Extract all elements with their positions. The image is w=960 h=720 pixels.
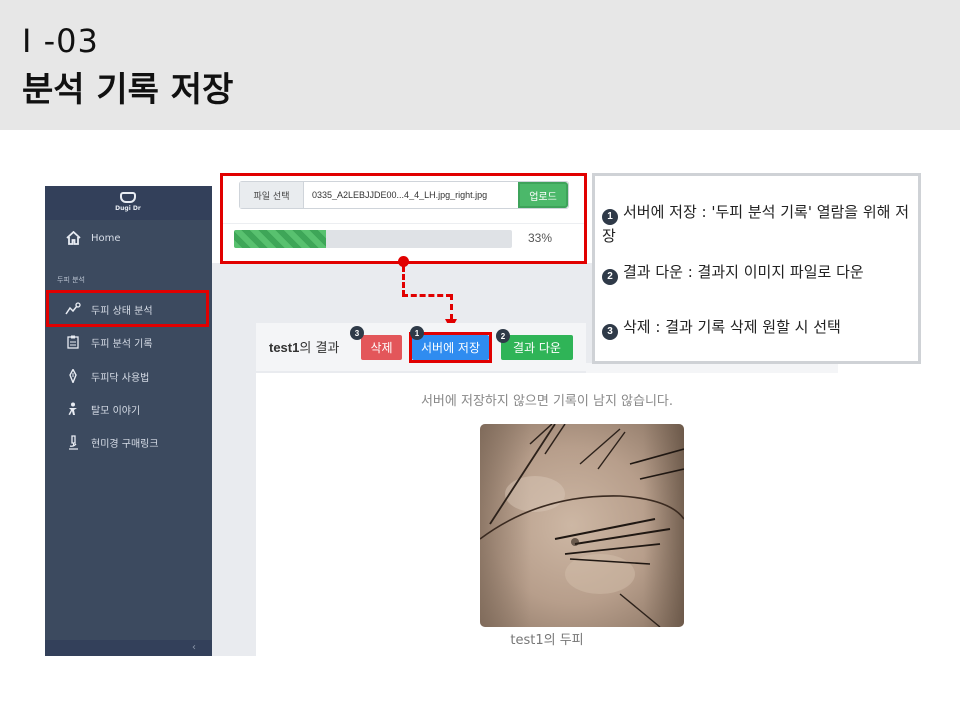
sidebar-item-label: 두피닥 사용법 [91, 372, 150, 384]
clipboard-icon [65, 334, 81, 350]
callout-text: 삭제 : 결과 기록 삭제 원할 시 선택 [623, 318, 841, 336]
caption-user: test1 [510, 633, 544, 648]
save-notice: 서버에 저장하지 않으면 기록이 남지 않습니다. [420, 394, 674, 409]
callout-number: 2 [602, 269, 618, 285]
callout-item: 2 결과 다운 : 결과지 이미지 파일로 다운 [602, 261, 912, 285]
section-code: I -03 [22, 22, 99, 60]
callout-box: 1 서버에 저장 : '두피 분석 기록' 열람을 위해 저장 2 결과 다운 : … [592, 173, 921, 364]
result-header-extension [586, 363, 838, 373]
microscope-icon [65, 434, 81, 450]
sidebar-item-how-to-use[interactable]: 두피닥 사용법 [45, 361, 212, 391]
chevron-left-icon[interactable]: ‹ [192, 642, 196, 653]
logo-glasses-icon [120, 192, 136, 203]
caption-suffix: 의 두피 [543, 633, 584, 648]
result-user: test1 [269, 340, 300, 355]
slide: I -03 분석 기록 저장 Dugi Dr Home 두피 분석 두피 상태 … [0, 0, 960, 720]
pen-icon [65, 368, 81, 384]
sidebar-header: Dugi Dr [45, 186, 212, 220]
highlight-upload-panel [220, 173, 587, 264]
connector-line [402, 266, 405, 296]
highlight-sidebar-item [46, 290, 209, 327]
scalp-image [480, 424, 684, 627]
sidebar-item-label: 두피 분석 기록 [91, 338, 153, 350]
delete-button[interactable]: 삭제 [361, 335, 402, 360]
badge-delete: 3 [350, 326, 364, 340]
sidebar-item-analysis-history[interactable]: 두피 분석 기록 [45, 327, 212, 357]
callout-item: 1 서버에 저장 : '두피 분석 기록' 열람을 위해 저장 [602, 201, 912, 247]
result-body: 서버에 저장하지 않으면 기록이 남지 않습니다. test1의 두피 [256, 373, 838, 656]
page-title: 분석 기록 저장 [22, 70, 234, 110]
image-caption: test1의 두피 [256, 629, 838, 648]
callout-item: 3 삭제 : 결과 기록 삭제 원할 시 선택 [602, 316, 912, 340]
sidebar-item-label: Home [91, 232, 121, 244]
callout-text: 서버에 저장 : '두피 분석 기록' 열람을 위해 저장 [602, 203, 910, 245]
download-result-button[interactable]: 결과 다운 [501, 335, 573, 360]
person-icon [65, 401, 81, 417]
connector-line [450, 294, 453, 320]
callout-number: 1 [602, 209, 618, 225]
result-title-suffix: 의 결과 [299, 341, 340, 356]
sidebar-item-microscope-link[interactable]: 현미경 구매링크 [45, 427, 212, 457]
sidebar: Dugi Dr Home 두피 분석 두피 상태 분석 두피 분석 기록 두피닥… [45, 186, 212, 656]
sidebar-item-label: 현미경 구매링크 [91, 438, 159, 450]
sidebar-item-hairloss-story[interactable]: 탈모 이야기 [45, 394, 212, 424]
badge-download: 2 [496, 329, 510, 343]
callout-text: 결과 다운 : 결과지 이미지 파일로 다운 [623, 263, 864, 281]
sidebar-item-home[interactable]: Home [45, 223, 212, 253]
badge-save: 1 [410, 326, 424, 340]
logo-text: Dugi Dr [115, 205, 141, 212]
callout-number: 3 [602, 324, 618, 340]
sidebar-footer: ‹ [45, 640, 212, 656]
sidebar-item-label: 탈모 이야기 [91, 405, 141, 417]
home-icon [65, 230, 81, 246]
sidebar-section-label: 두피 분석 [57, 276, 85, 284]
result-title: test1의 결과 [269, 337, 339, 356]
connector-line [402, 294, 452, 297]
logo[interactable]: Dugi Dr [115, 189, 141, 217]
